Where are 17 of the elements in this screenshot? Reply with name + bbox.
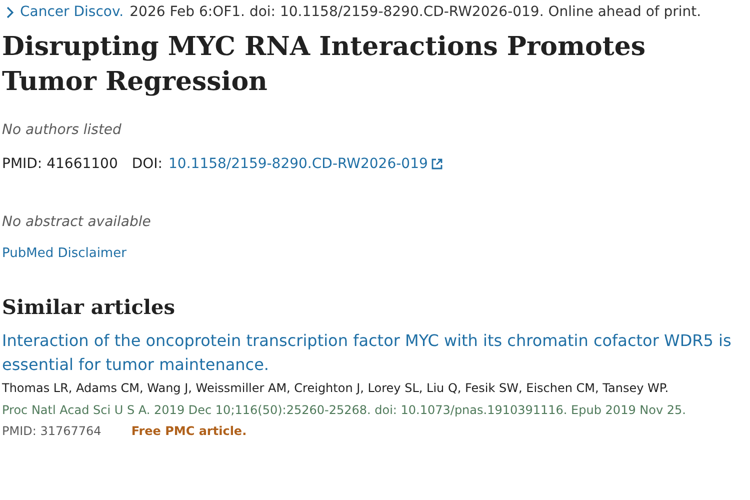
article-pmid: PMID: 31767764: [2, 424, 102, 438]
authors-note: No authors listed: [2, 122, 122, 138]
section-heading: Similar articles: [2, 295, 176, 319]
external-link-icon: [430, 158, 443, 170]
article-source: Proc Natl Acad Sci U S A. 2019 Dec 10;116(50):25260-25268. doi: 10.1073/pnas.1910391116. Epub 2019 Nov 25.: [2, 403, 687, 417]
article-authors: Thomas LR, Adams CM, Wang J, Weissmiller AM, Creighton J, Lorey SL, Liu Q, Fesik SW, Eischen CM, Tansey WP.: [2, 381, 670, 395]
free-article-label: Free PMC article.: [131, 424, 247, 438]
doi-label: DOI:: [132, 156, 163, 172]
chevron-icon[interactable]: [6, 6, 14, 18]
doi-link[interactable]: 10.1158/2159-8290.CD-RW2026-019: [168, 156, 428, 172]
journal-link[interactable]: Cancer Discov.: [20, 4, 124, 20]
citation-details: 2026 Feb 6:OF1. doi: 10.1158/2159-8290.CD-RW2026-019. Online ahead of print.: [130, 4, 702, 20]
pmid-text: PMID: 41661100: [2, 156, 118, 172]
abstract-note: No abstract available: [2, 214, 152, 230]
disclaimer-link[interactable]: PubMed Disclaimer: [2, 246, 126, 261]
article-link[interactable]: Interaction of the oncoprotein transcription factor MYC with its chromatin cofactor WDR5 is essential for tumor maintenance.: [2, 329, 732, 377]
article-title: Disrupting MYC RNA Interactions Promotes Tumor Regression: [2, 31, 647, 99]
